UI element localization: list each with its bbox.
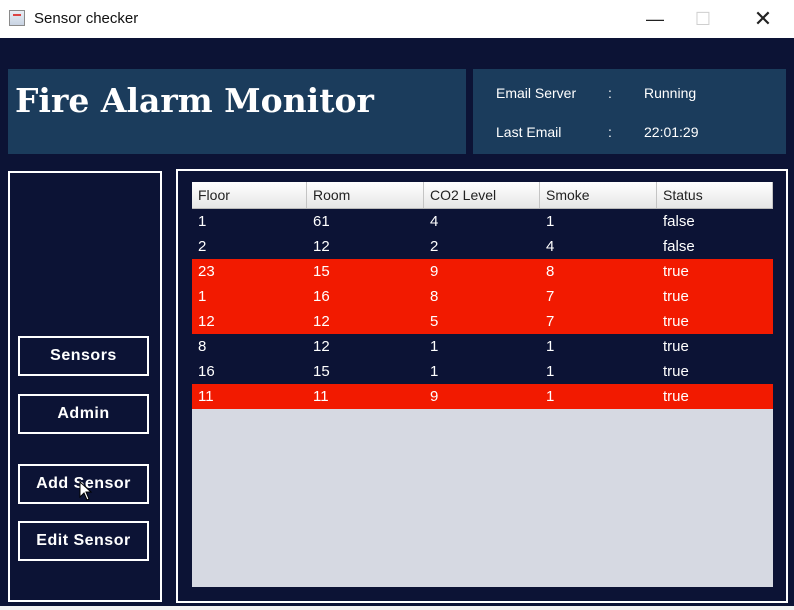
table-cell: 12 [313,238,330,255]
email-server-status: Running [644,85,697,101]
table-row[interactable]: 12 12 5 7 true [192,309,773,334]
column-header[interactable]: Room [307,182,424,208]
admin-button[interactable]: Admin [18,394,149,434]
table-cell: 16 [313,288,330,305]
title-panel: Fire Alarm Monitor [8,69,466,154]
table-cell: false [663,213,695,230]
sensor-table[interactable]: Floor Room CO2 Level Smoke Status 1 61 4 1 false… [192,182,773,587]
column-header[interactable]: Smoke [540,182,657,208]
table-cell: true [663,288,689,305]
table-cell: 1 [430,363,439,380]
table-cell: 15 [313,363,330,380]
email-server-row: Email Server : Running [496,85,776,105]
table-cell: 5 [430,313,439,330]
app-frame: Fire Alarm Monitor Email Server : Runnin… [0,38,794,606]
table-cell: 4 [546,238,555,255]
table-cell: 2 [430,238,439,255]
table-cell: true [663,338,689,355]
table-cell: 16 [198,363,215,380]
column-header[interactable]: Floor [192,182,307,208]
table-cell: 12 [313,313,330,330]
title-bar: Sensor checker — ☐ ✕ [0,0,794,38]
table-cell: 8 [430,288,439,305]
table-cell: 8 [198,338,207,355]
status-panel: Email Server : Running Last Email : 22:0… [473,69,786,154]
edit-sensor-button[interactable]: Edit Sensor [18,521,149,561]
sensor-table-panel: Floor Room CO2 Level Smoke Status 1 61 4 1 false… [176,169,788,603]
table-cell: 1 [546,338,555,355]
table-cell: 7 [546,288,555,305]
table-cell: 12 [198,313,215,330]
separator: : [608,124,612,140]
email-server-label: Email Server [496,85,577,101]
separator: : [608,85,612,101]
table-cell: 8 [546,263,555,280]
last-email-row: Last Email : 22:01:29 [496,124,776,144]
column-header[interactable]: CO2 Level [424,182,540,208]
mouse-cursor-icon [79,481,93,501]
last-email-time: 22:01:29 [644,124,699,140]
app-title: Fire Alarm Monitor [15,81,374,120]
table-row[interactable]: 2 12 2 4 false [192,234,773,259]
table-row[interactable]: 1 16 8 7 true [192,284,773,309]
last-email-label: Last Email [496,124,562,140]
table-row[interactable]: 11 11 9 1 true [192,384,773,409]
table-header: Floor Room CO2 Level Smoke Status [192,182,773,209]
table-cell: 1 [546,388,555,405]
minimize-button[interactable]: — [632,0,678,38]
table-row[interactable]: 23 15 9 8 true [192,259,773,284]
table-cell: 4 [430,213,439,230]
table-cell: true [663,388,689,405]
table-cell: 12 [313,338,330,355]
table-cell: 1 [198,213,207,230]
table-cell: true [663,313,689,330]
java-app-icon [9,10,25,26]
table-cell: 23 [198,263,215,280]
table-cell: 9 [430,388,439,405]
table-cell: 1 [546,213,555,230]
table-cell: 15 [313,263,330,280]
window-title: Sensor checker [34,10,139,27]
table-row[interactable]: 1 61 4 1 false [192,209,773,234]
table-cell: 7 [546,313,555,330]
table-cell: 1 [198,288,207,305]
table-cell: 11 [313,388,329,405]
table-cell: 9 [430,263,439,280]
maximize-button[interactable]: ☐ [680,0,726,38]
sensors-button[interactable]: Sensors [18,336,149,376]
table-cell: 2 [198,238,207,255]
table-cell: false [663,238,695,255]
table-cell: true [663,363,689,380]
table-cell: 1 [546,363,555,380]
close-button[interactable]: ✕ [740,0,786,38]
table-cell: true [663,263,689,280]
table-cell: 11 [198,388,214,405]
table-row[interactable]: 8 12 1 1 true [192,334,773,359]
table-cell: 1 [430,338,439,355]
sidebar: Sensors Admin Add Sensor Edit Sensor [8,171,162,602]
table-cell: 61 [313,213,330,230]
column-header[interactable]: Status [657,182,773,208]
table-row[interactable]: 16 15 1 1 true [192,359,773,384]
